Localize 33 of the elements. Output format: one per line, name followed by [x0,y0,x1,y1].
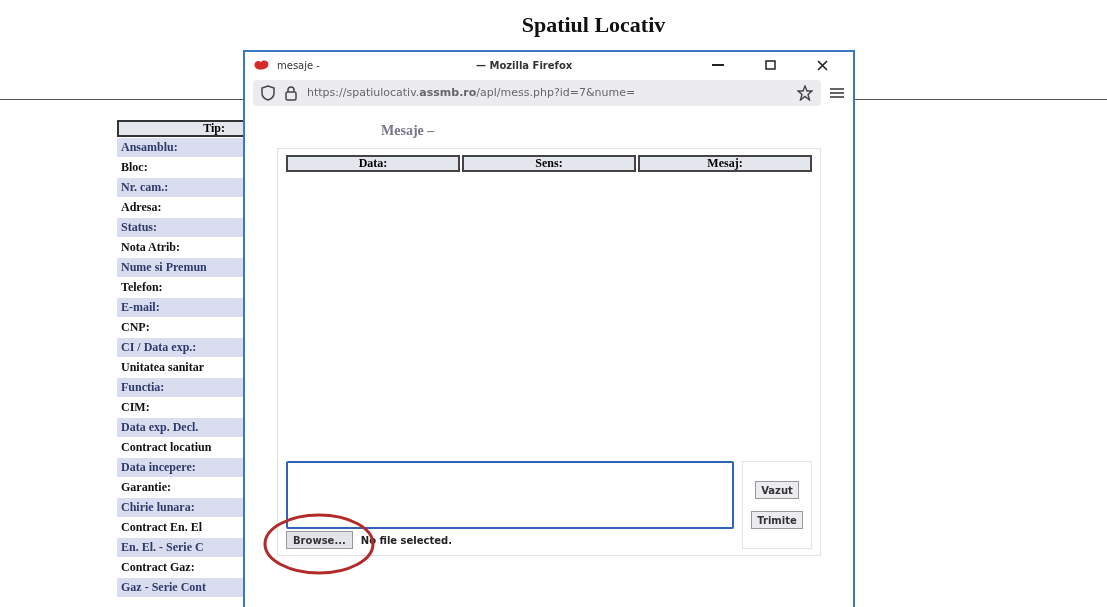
field-label: Ansamblu: [117,137,245,157]
browse-button[interactable]: Browse... [286,531,353,549]
field-label: Nume si Premun [117,257,245,277]
field-label: Gaz - Serie Cont [117,577,245,597]
bookmark-star-icon[interactable] [797,85,813,101]
field-label: En. El. - Serie C [117,537,245,557]
menu-icon[interactable] [829,87,845,99]
window-title: mesaje - [277,58,320,73]
column-header: Sens: [462,155,636,172]
column-header: Mesaj: [638,155,812,172]
field-label: Data incepere: [117,457,245,477]
maximize-icon[interactable] [764,60,776,70]
page-title: Spatiul Locativ [520,11,666,39]
field-label: Functia: [117,377,245,397]
action-button[interactable]: Trimite [751,511,803,529]
field-label: Chirie lunara: [117,497,245,517]
field-label: Nr. cam.: [117,177,245,197]
lock-icon [285,85,297,101]
app-title: — Mozilla Firefox [475,58,573,73]
action-button[interactable]: Vazut [755,481,799,499]
shield-icon [261,85,275,101]
close-icon[interactable] [816,59,828,71]
address-bar[interactable]: https://spatiulocativ.assmb.ro/apl/mess.php?id=7&nume= [253,80,821,106]
field-label: Data exp. Decl. [117,417,245,437]
field-label: E-mail: [117,297,245,317]
app-icon [253,59,271,71]
field-label: CI / Data exp.: [117,337,245,357]
section-heading: Mesaje – [380,122,436,140]
message-input[interactable] [286,461,734,529]
url-text: https://spatiulocativ.assmb.ro/apl/mess.php?id=7&nume= [307,84,636,101]
table-header: Tip: [117,120,245,137]
column-header: Data: [286,155,460,172]
field-label: Status: [117,217,245,237]
